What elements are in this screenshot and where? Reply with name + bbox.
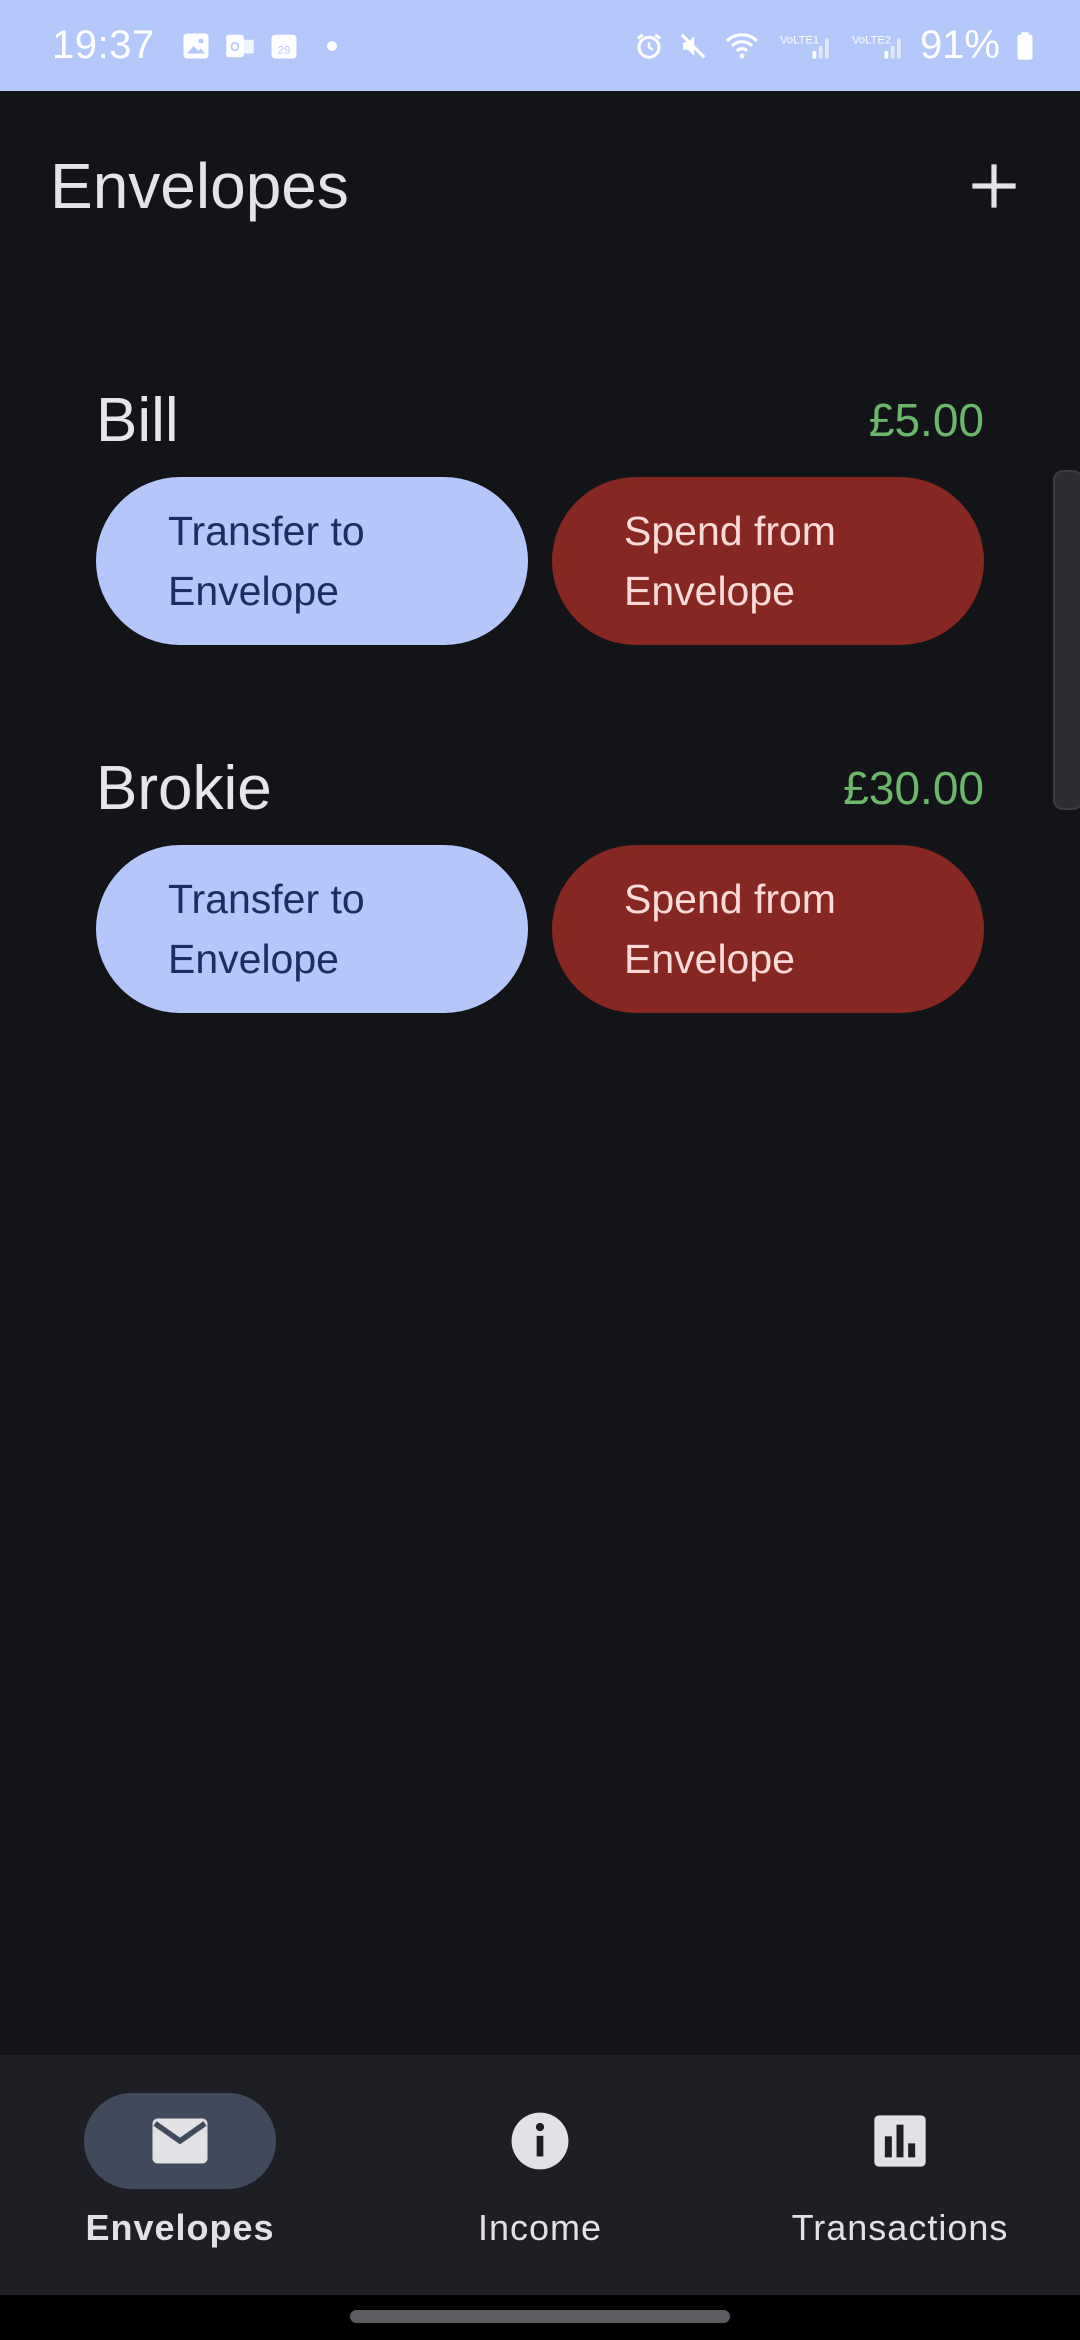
- nav-item-transactions[interactable]: Transactions: [750, 2093, 1050, 2249]
- nav-item-income[interactable]: Income: [390, 2093, 690, 2249]
- scrollbar-thumb[interactable]: [1053, 470, 1080, 810]
- status-bar-right: VoLTE1 VoLTE2 91%: [634, 23, 1036, 68]
- transfer-to-envelope-button[interactable]: Transfer to Envelope: [96, 845, 528, 1013]
- gallery-icon: [183, 33, 209, 58]
- alarm-icon: [636, 33, 662, 59]
- calendar-day: 29: [277, 44, 290, 56]
- envelope-card: Bill £5.00 Transfer to Envelope Spend fr…: [96, 375, 984, 645]
- dot-icon: [326, 40, 337, 51]
- page-title: Envelopes: [50, 150, 349, 222]
- envelope-name: Bill: [96, 385, 179, 455]
- spend-from-envelope-button[interactable]: Spend from Envelope: [552, 845, 984, 1013]
- signal-lte1-icon: VoLTE1: [780, 34, 829, 58]
- status-bar: 19:37 O 29 VoLTE1 VoLTE2 91%: [0, 0, 1080, 91]
- calendar-icon: 29: [271, 34, 297, 58]
- home-indicator[interactable]: [350, 2310, 730, 2323]
- mail-icon: [152, 2118, 208, 2164]
- status-time: 19:37: [52, 23, 155, 67]
- status-bar-left: 19:37 O 29: [52, 23, 337, 68]
- sim2-label: VoLTE2: [852, 34, 891, 46]
- wifi-icon: [725, 32, 759, 58]
- mute-icon: [680, 33, 706, 58]
- outlook-label: O: [230, 40, 240, 54]
- bar-chart-icon: [874, 2115, 926, 2167]
- envelope-name: Brokie: [96, 753, 272, 823]
- bottom-navigation: Envelopes Income Transactions: [0, 2055, 1080, 2295]
- envelope-header: Brokie £30.00: [96, 743, 984, 833]
- spend-from-envelope-button[interactable]: Spend from Envelope: [552, 477, 984, 645]
- battery-icon: [1017, 31, 1033, 60]
- info-icon: [511, 2112, 569, 2170]
- envelope-list: Bill £5.00 Transfer to Envelope Spend fr…: [96, 375, 984, 1111]
- nav-label: Envelopes: [85, 2207, 275, 2248]
- envelope-actions: Transfer to Envelope Spend from Envelope: [96, 845, 984, 1013]
- nav-indicator: [804, 2093, 996, 2189]
- envelope-header: Bill £5.00: [96, 375, 984, 465]
- envelope-card: Brokie £30.00 Transfer to Envelope Spend…: [96, 743, 984, 1013]
- signal-lte2-icon: VoLTE2: [852, 34, 901, 58]
- nav-indicator: [84, 2093, 276, 2189]
- envelope-amount: £5.00: [868, 394, 984, 446]
- envelope-amount: £30.00: [843, 762, 984, 814]
- envelope-actions: Transfer to Envelope Spend from Envelope: [96, 477, 984, 645]
- nav-indicator: [444, 2093, 636, 2189]
- sim1-label: VoLTE1: [780, 34, 819, 46]
- nav-label: Transactions: [791, 2207, 1009, 2248]
- add-envelope-button[interactable]: [948, 140, 1040, 232]
- app-bar: Envelopes: [0, 91, 1080, 281]
- outlook-icon: O: [225, 34, 254, 57]
- nav-label: Income: [477, 2207, 603, 2248]
- nav-item-envelopes[interactable]: Envelopes: [30, 2093, 330, 2249]
- battery-percent: 91%: [919, 23, 1000, 67]
- transfer-to-envelope-button[interactable]: Transfer to Envelope: [96, 477, 528, 645]
- plus-icon: [972, 164, 1016, 208]
